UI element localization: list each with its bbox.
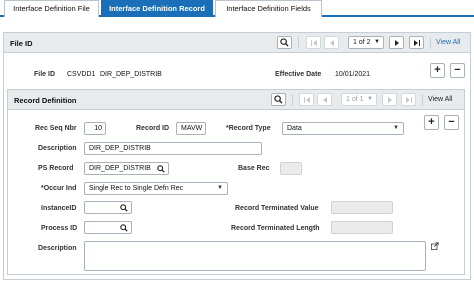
occur-ind-label: *Occur Ind [41,185,77,192]
base-rec-label: Base Rec [238,165,270,172]
tab-interface-definition-fields[interactable]: Interface Definition Fields [215,0,322,17]
effective-date-label: Effective Date [275,71,322,78]
ps-record-label: PS Record [38,165,74,172]
chevron-down-icon: ▼ [374,39,380,45]
tab-label: Interface Definition Fields [226,4,311,13]
search-icon [274,95,283,104]
record-definition-group: Record Definition 1 of 1 ▼ View All + − … [7,89,465,275]
process-id-field[interactable] [84,221,132,234]
next-button[interactable] [382,93,397,106]
separator [430,37,431,49]
tab-interface-definition-record[interactable]: Interface Definition Record [101,0,213,17]
record-terminated-value-field [331,201,393,214]
delete-record-button[interactable]: − [444,115,459,130]
previous-icon [322,96,327,103]
chevron-down-icon: ▼ [217,185,223,191]
separator [422,94,423,106]
chevron-down-icon: ▼ [367,96,373,102]
search-icon [280,38,289,47]
record-type-label: *Record Type [226,125,271,132]
lookup-icon[interactable] [157,165,165,173]
last-page-icon [413,39,420,46]
expand-textarea-icon[interactable] [431,242,439,250]
description-field[interactable]: DIR_DEP_DISTRIB [84,142,262,155]
find-button[interactable] [277,36,292,49]
record-terminated-value-label: Record Terminated Value [235,205,319,212]
record-definition-header: Record Definition 1 of 1 ▼ View All [8,90,464,110]
rec-seq-nbr-field[interactable]: 10 [84,122,106,135]
previous-button[interactable] [324,36,339,49]
effective-date-value: 10/01/2021 [335,71,371,78]
separator [298,37,299,49]
base-rec-field [280,162,302,175]
file-description-value: DIR_DEP_DISTRIB [100,71,162,78]
file-id-group: File ID 1 of 2 ▼ View All File ID CSVDD1… [3,32,471,280]
tab-label: Interface Definition File [13,4,90,13]
last-page-button[interactable] [401,93,416,106]
description-label: Description [38,145,77,152]
next-icon [387,96,392,103]
group-title: Record Definition [14,96,77,105]
tab-interface-definition-file[interactable]: Interface Definition File [4,0,99,17]
chevron-down-icon: ▼ [393,125,399,131]
separator [292,94,293,106]
tab-label: Interface Definition Record [109,4,205,13]
next-icon [394,39,399,46]
first-page-button[interactable] [299,93,314,106]
view-all-link[interactable]: View All [436,39,460,46]
instance-id-label: InstanceID [41,205,77,212]
process-id-label: Process ID [41,225,78,232]
row-pager-select[interactable]: 1 of 1 ▼ [341,93,377,106]
first-page-icon [303,96,310,103]
find-button[interactable] [271,93,286,106]
first-page-icon [310,39,317,46]
description2-label: Description [38,245,77,252]
lookup-icon[interactable] [120,224,128,232]
file-id-label: File ID [34,71,56,78]
long-description-textarea[interactable] [84,241,426,271]
view-all-link[interactable]: View All [428,96,452,103]
record-type-value: Data [287,125,302,132]
lookup-icon[interactable] [120,204,128,212]
record-id-label: Record ID [136,125,170,132]
file-id-value: CSVDD1 [67,71,96,78]
record-id-field[interactable]: MAVW [176,122,206,135]
rec-seq-nbr-label: Rec Seq Nbr [35,125,77,132]
last-page-button[interactable] [409,36,424,49]
add-record-button[interactable]: + [424,115,439,130]
pager-text: 1 of 1 [346,96,364,103]
previous-button[interactable] [317,93,332,106]
record-type-select[interactable]: Data ▼ [282,122,404,135]
instance-id-field[interactable] [84,201,132,214]
previous-icon [329,39,334,46]
last-page-icon [405,96,412,103]
pager-text: 1 of 2 [353,39,371,46]
ps-record-value: DIR_DEP_DISTRIB [89,165,151,172]
record-terminated-length-label: Record Terminated Length [231,225,320,232]
next-button[interactable] [389,36,404,49]
ps-record-field[interactable]: DIR_DEP_DISTRIB [84,162,169,175]
file-id-header: File ID 1 of 2 ▼ View All [4,33,470,53]
first-page-button[interactable] [306,36,321,49]
tab-bar: Interface Definition File Interface Defi… [0,0,474,17]
add-row-button[interactable]: + [430,63,445,78]
record-terminated-length-field [331,221,393,234]
group-title: File ID [10,39,33,48]
occur-ind-value: Single Rec to Single Defn Rec [89,185,184,192]
occur-ind-select[interactable]: Single Rec to Single Defn Rec ▼ [84,182,228,195]
delete-row-button[interactable]: − [450,63,465,78]
row-pager-select[interactable]: 1 of 2 ▼ [348,36,384,49]
